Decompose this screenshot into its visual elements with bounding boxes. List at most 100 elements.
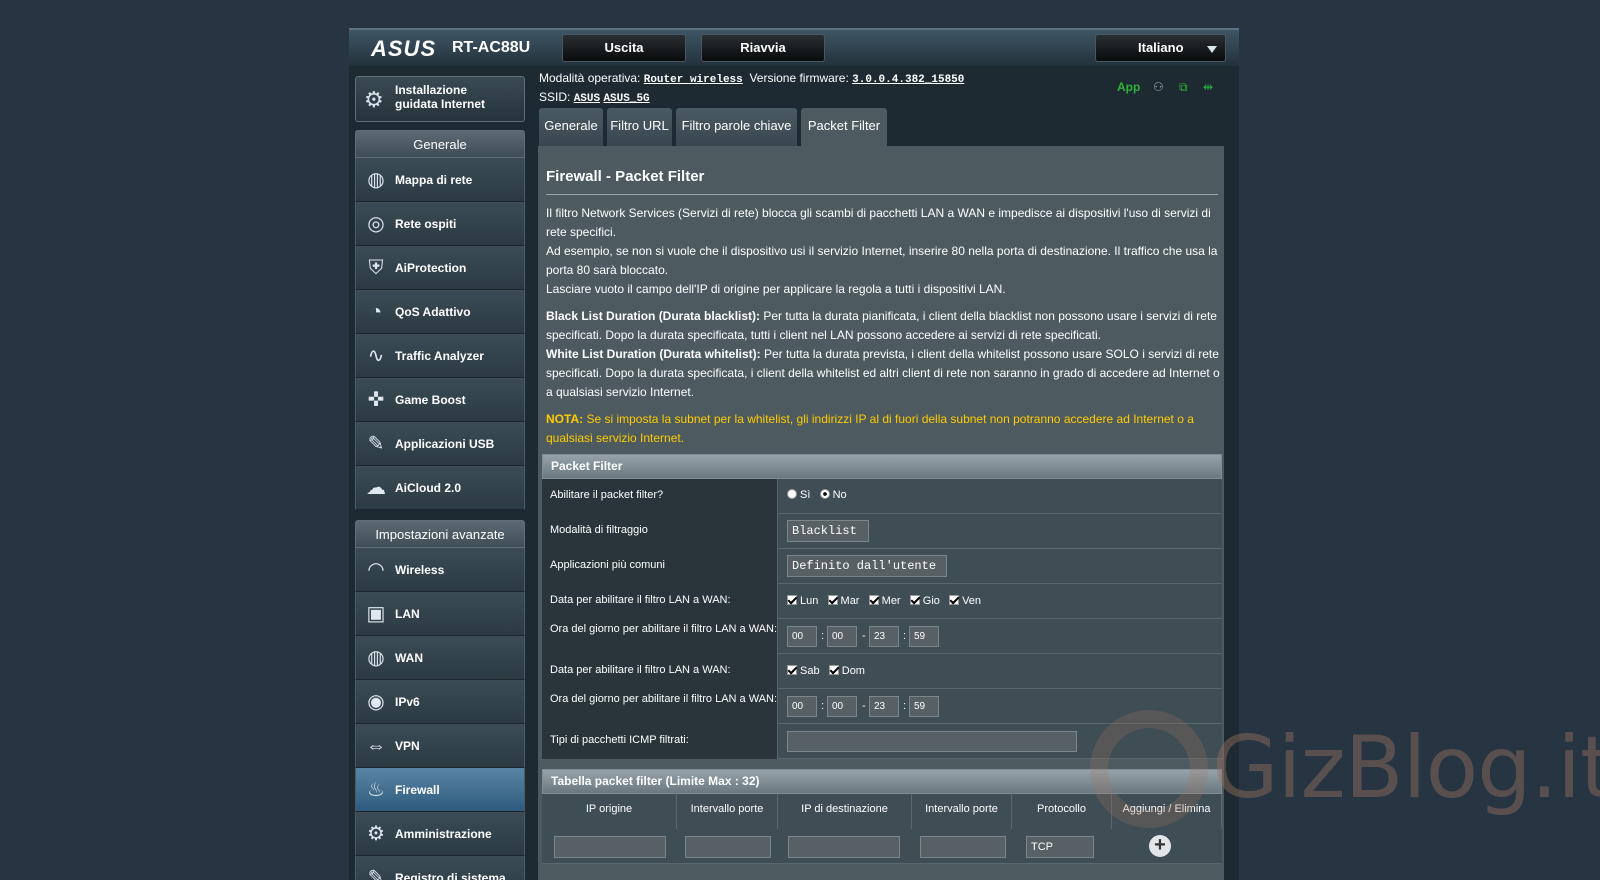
quick-internet-setup-button[interactable]: ⚙ Installazione guidata Internet <box>355 76 525 122</box>
firmware-label: Versione firmware: <box>749 71 849 85</box>
ipv6-icon: ◉ <box>367 691 385 713</box>
clients-icon[interactable]: ⚇ <box>1153 80 1164 94</box>
checkbox-label: Lun <box>800 595 819 607</box>
reboot-button[interactable]: Riavvia <box>701 34 825 62</box>
packet-filter-header: Packet Filter <box>542 454 1222 479</box>
sidebar-item-label: Game Boost <box>395 393 466 407</box>
checkbox-label: Mer <box>881 595 901 607</box>
usb-icon[interactable]: ⇹ <box>1203 80 1213 94</box>
radio-no-label: No <box>832 489 847 501</box>
checkbox-label: Ven <box>962 595 982 607</box>
firmware-link[interactable]: 3.0.0.4.382_15850 <box>852 74 964 86</box>
log-icon: ✎ <box>367 867 385 880</box>
sidebar-item-qos[interactable]: ◔ QoS Adattivo <box>355 290 525 334</box>
ssid-link-2[interactable]: ASUS_5G <box>603 93 649 105</box>
app-link[interactable]: App <box>1117 80 1140 94</box>
common-apps-label: Applicazioni più comuni <box>542 549 778 584</box>
tab-url-filter[interactable]: Filtro URL <box>607 108 672 146</box>
sidebar-item-label: Amministrazione <box>395 827 492 841</box>
sidebar-item-traffic-analyzer[interactable]: ∿ Traffic Analyzer <box>355 334 525 378</box>
wizard-icon: ⚙ <box>364 87 384 112</box>
sidebar-item-label: Applicazioni USB <box>395 437 495 451</box>
sidebar-item-vpn[interactable]: ⇔ VPN <box>355 724 525 768</box>
weekend-end-minute[interactable]: 59 <box>909 696 939 717</box>
filter-mode-select[interactable]: Blacklist <box>787 520 869 542</box>
sidebar-item-administration[interactable]: ⚙ Amministrazione <box>355 812 525 856</box>
weekday-start-minute[interactable]: 00 <box>827 626 857 647</box>
weekend-end-hour[interactable]: 23 <box>869 696 899 717</box>
chevron-down-icon <box>1207 46 1217 53</box>
radio-yes[interactable] <box>787 489 797 499</box>
sidebar-item-label: QoS Adattivo <box>395 305 471 319</box>
checkbox-sab[interactable] <box>787 665 797 675</box>
sidebar-item-wireless[interactable]: ◠ Wireless <box>355 548 525 592</box>
blacklist-title: Black List Duration (Durata blacklist): <box>546 309 761 323</box>
sidebar-item-wan[interactable]: ◍ WAN <box>355 636 525 680</box>
network-status-icon[interactable]: ⧉ <box>1179 80 1188 95</box>
language-value: Italiano <box>1138 40 1184 55</box>
firewall-flame-icon: ♨ <box>367 779 385 801</box>
ssid-link-1[interactable]: ASUS <box>574 93 600 105</box>
ssid-label: SSID: <box>539 90 571 104</box>
sidebar-item-usb-apps[interactable]: ✎ Applicazioni USB <box>355 422 525 466</box>
tab-keyword-filter[interactable]: Filtro parole chiave <box>676 108 797 146</box>
checkbox-lun[interactable] <box>787 595 797 605</box>
nota-text: Se si imposta la subnet per la whitelist… <box>546 412 1194 445</box>
checkbox-mar[interactable] <box>827 595 838 605</box>
sidebar-item-ipv6[interactable]: ◉ IPv6 <box>355 680 525 724</box>
enable-row: Abilitare il packet filter? Sì No <box>542 479 1222 514</box>
desc-p2: Ad esempio, se non si vuole che il dispo… <box>546 244 1218 277</box>
watermark-logo-icon <box>1090 710 1208 828</box>
nota-title: NOTA: <box>546 412 584 426</box>
weekend-start-minute[interactable]: 00 <box>827 696 857 717</box>
sidebar-item-lan[interactable]: ▣ LAN <box>355 592 525 636</box>
watermark-text: GizBlog.it <box>1212 718 1600 818</box>
asus-logo: ASUS <box>371 36 437 61</box>
network-map-icon: ◍ <box>367 169 385 191</box>
time-separator: : <box>821 700 825 712</box>
weekend-row: Data per abilitare il filtro LAN a WAN: … <box>542 654 1222 689</box>
weekday-end-minute[interactable]: 59 <box>909 626 939 647</box>
weekday-time-row: Ora del giorno per abilitare il filtro L… <box>542 619 1222 654</box>
gizblog-watermark: GizBlog.it <box>1082 706 1600 846</box>
weekday-end-hour[interactable]: 23 <box>869 626 899 647</box>
sidebar-item-game-boost[interactable]: ✜ Game Boost <box>355 378 525 422</box>
sidebar-item-label: IPv6 <box>395 695 420 709</box>
language-select[interactable]: Italiano <box>1095 34 1226 62</box>
weekend-label: Data per abilitare il filtro LAN a WAN: <box>542 654 778 689</box>
sidebar-item-aiprotection[interactable]: ⛨ AiProtection <box>355 246 525 290</box>
sidebar-item-guest-network[interactable]: ◎ Rete ospiti <box>355 202 525 246</box>
tab-general[interactable]: Generale <box>539 108 603 146</box>
radio-no[interactable] <box>819 489 830 499</box>
source-ip-input[interactable] <box>554 836 666 858</box>
wan-globe-icon: ◍ <box>367 647 385 669</box>
common-apps-select[interactable]: Definito dall'utente <box>787 555 947 577</box>
checkbox-ven[interactable] <box>949 595 960 605</box>
sidebar-item-network-map[interactable]: ◍ Mappa di rete <box>355 158 525 202</box>
gamepad-icon: ✜ <box>367 389 385 411</box>
qis-label-line2: guidata Internet <box>395 97 486 111</box>
col-dest-ip: IP di destinazione <box>778 794 912 829</box>
advanced-menu-header: Impostazioni avanzate <box>355 520 525 548</box>
checkbox-dom[interactable] <box>828 665 839 675</box>
source-port-input[interactable] <box>685 836 771 858</box>
lan-icon: ▣ <box>366 603 386 625</box>
gear-admin-icon: ⚙ <box>367 823 385 845</box>
icmp-input[interactable] <box>787 731 1077 752</box>
checkbox-gio[interactable] <box>909 595 920 605</box>
operation-mode-link[interactable]: Router wireless <box>644 74 743 86</box>
dest-port-input[interactable] <box>920 836 1006 858</box>
dest-ip-input[interactable] <box>788 836 900 858</box>
time-range-dash: - <box>862 630 866 642</box>
sidebar-item-aicloud[interactable]: ☁ AiCloud 2.0 <box>355 466 525 510</box>
weekday-time-label: Ora del giorno per abilitare il filtro L… <box>542 619 778 654</box>
sidebar-item-system-log[interactable]: ✎ Registro di sistema <box>355 856 525 880</box>
weekend-start-hour[interactable]: 00 <box>787 696 817 717</box>
sidebar-item-firewall[interactable]: ♨ Firewall <box>355 768 525 812</box>
col-dest-port-range: Intervallo porte <box>912 794 1012 829</box>
checkbox-mer[interactable] <box>868 595 879 605</box>
tab-packet-filter[interactable]: Packet Filter <box>801 108 887 146</box>
logout-button[interactable]: Uscita <box>562 34 686 62</box>
sidebar-item-label: AiCloud 2.0 <box>395 481 462 495</box>
weekday-start-hour[interactable]: 00 <box>787 626 817 647</box>
